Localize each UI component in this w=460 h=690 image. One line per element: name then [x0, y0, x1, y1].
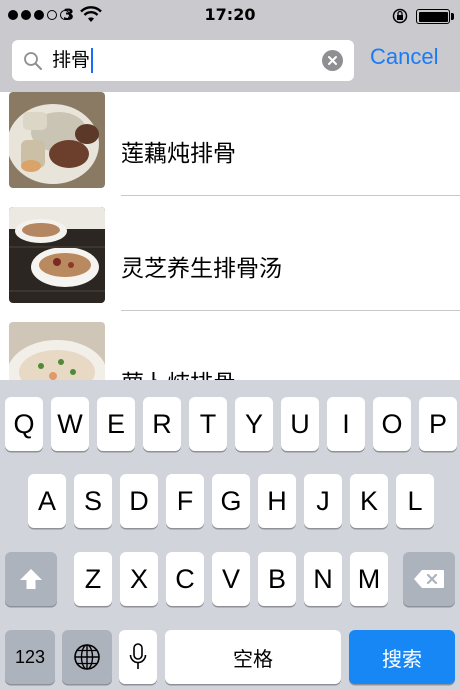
- key-z[interactable]: Z: [74, 552, 112, 606]
- clear-search-button[interactable]: [322, 50, 343, 71]
- list-item[interactable]: 萝卜炖排骨: [0, 320, 460, 380]
- battery-icon: [416, 9, 450, 24]
- globe-icon: [74, 644, 100, 670]
- search-icon: [24, 52, 42, 70]
- key-a[interactable]: A: [28, 474, 66, 528]
- key-x[interactable]: X: [120, 552, 158, 606]
- row-separator: [121, 310, 460, 311]
- search-key[interactable]: 搜索: [349, 630, 455, 684]
- result-thumbnail: [9, 322, 105, 380]
- list-item[interactable]: 莲藕炖排骨: [0, 92, 460, 205]
- key-n[interactable]: N: [304, 552, 342, 606]
- rotation-lock-icon: [392, 8, 408, 24]
- backspace-icon: [414, 570, 444, 588]
- result-title: 灵芝养生排骨汤: [121, 256, 282, 282]
- result-title: 萝卜炖排骨: [121, 364, 236, 380]
- shift-key[interactable]: [5, 552, 57, 606]
- battery-tip: [451, 13, 454, 20]
- shift-arrow-icon: [20, 569, 42, 589]
- search-input[interactable]: 排骨: [52, 47, 94, 74]
- result-thumbnail: [9, 92, 105, 188]
- key-h[interactable]: H: [258, 474, 296, 528]
- key-e[interactable]: E: [97, 397, 135, 451]
- key-s[interactable]: S: [74, 474, 112, 528]
- key-i[interactable]: I: [327, 397, 365, 451]
- battery-level: [418, 11, 448, 22]
- search-query: 排骨: [52, 49, 91, 71]
- key-r[interactable]: R: [143, 397, 181, 451]
- language-switch-key[interactable]: [62, 630, 112, 684]
- key-f[interactable]: F: [166, 474, 204, 528]
- space-key[interactable]: 空格: [165, 630, 341, 684]
- search-header: 3 17:20 排骨 Cancel: [0, 0, 460, 92]
- result-thumbnail: [9, 207, 105, 303]
- key-y[interactable]: Y: [235, 397, 273, 451]
- key-t[interactable]: T: [189, 397, 227, 451]
- microphone-icon: [129, 643, 147, 669]
- keyboard: Q W E R T Y U I O P A S D F G H J K L Z …: [0, 380, 460, 690]
- row-separator: [121, 195, 460, 196]
- backspace-key[interactable]: [403, 552, 455, 606]
- key-p[interactable]: P: [419, 397, 457, 451]
- list-item[interactable]: 灵芝养生排骨汤: [0, 205, 460, 320]
- close-icon: [328, 56, 337, 65]
- key-g[interactable]: G: [212, 474, 250, 528]
- cancel-button[interactable]: Cancel: [370, 44, 438, 70]
- key-w[interactable]: W: [51, 397, 89, 451]
- key-d[interactable]: D: [120, 474, 158, 528]
- key-m[interactable]: M: [350, 552, 388, 606]
- clock: 17:20: [204, 5, 256, 24]
- status-bar: 3 17:20: [0, 0, 460, 32]
- numbers-key[interactable]: 123: [5, 630, 55, 684]
- key-l[interactable]: L: [396, 474, 434, 528]
- key-q[interactable]: Q: [5, 397, 43, 451]
- key-o[interactable]: O: [373, 397, 411, 451]
- key-u[interactable]: U: [281, 397, 319, 451]
- key-b[interactable]: B: [258, 552, 296, 606]
- key-v[interactable]: V: [212, 552, 250, 606]
- search-field[interactable]: 排骨: [12, 40, 354, 81]
- key-k[interactable]: K: [350, 474, 388, 528]
- key-c[interactable]: C: [166, 552, 204, 606]
- dictation-key[interactable]: [119, 630, 157, 684]
- key-j[interactable]: J: [304, 474, 342, 528]
- text-cursor: [91, 48, 94, 73]
- search-results-list: 莲藕炖排骨 灵芝养生排骨汤: [0, 92, 460, 380]
- result-title: 莲藕炖排骨: [121, 141, 236, 167]
